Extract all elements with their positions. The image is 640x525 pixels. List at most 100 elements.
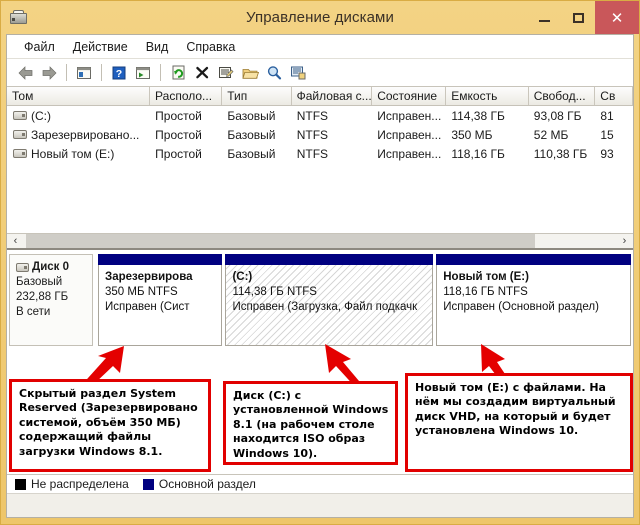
legend-label-primary: Основной раздел: [158, 477, 256, 491]
toolbar-separator: [160, 64, 161, 81]
column-header-status[interactable]: Состояние: [372, 87, 447, 105]
help-icon[interactable]: ?: [108, 62, 130, 84]
cell-layout: Простой: [155, 146, 202, 161]
cell-layout: Простой: [155, 127, 202, 142]
horizontal-scrollbar[interactable]: ‹ ›: [7, 233, 633, 250]
open-folder-icon[interactable]: [239, 62, 261, 84]
cell-percent: 81: [600, 108, 614, 123]
cell-status: Исправен...: [377, 146, 442, 161]
rescan-disks-icon[interactable]: [263, 62, 285, 84]
drive-icon: [13, 149, 27, 158]
column-header-volume[interactable]: Том: [7, 87, 151, 105]
menu-bar: Файл Действие Вид Справка: [7, 35, 633, 59]
cell-status: Исправен...: [377, 108, 442, 123]
cell-volume: Новый том (E:): [7, 147, 150, 161]
toolbar-separator: [66, 64, 67, 81]
refresh-icon[interactable]: [167, 62, 189, 84]
column-header-layout[interactable]: Располо...: [150, 87, 223, 105]
cell-filesystem: NTFS: [296, 108, 329, 123]
forward-arrow-icon[interactable]: [38, 62, 60, 84]
scrollbar-thumb[interactable]: [26, 234, 536, 248]
volume-list-header: Том Располо... Тип Файловая с... Состоян…: [7, 87, 633, 106]
drive-icon: [13, 130, 27, 139]
partition-details: Новый том (E:) 118,16 ГБ NTFS Исправен (…: [436, 265, 631, 346]
disk-name-label: Диск 0: [32, 261, 70, 273]
cell-volume: (C:): [7, 109, 150, 123]
scrollbar-track[interactable]: [24, 234, 616, 248]
table-row[interactable]: (C:) Простой Базовый NTFS Исправен... 11…: [7, 106, 633, 125]
cell-free: 110,38 ГБ: [533, 146, 588, 161]
disk-info-panel[interactable]: Диск 0 Базовый 232,88 ГБ В сети: [9, 254, 93, 346]
column-header-percent[interactable]: Св: [595, 87, 633, 105]
annotation-drive-c: Диск (C:) с установленной Windows 8.1 (н…: [223, 381, 398, 465]
show-tree-icon[interactable]: [73, 62, 95, 84]
menu-item-view[interactable]: Вид: [137, 38, 178, 56]
partition-label: Новый том (E:): [443, 271, 529, 283]
annotation-drive-e: Новый том (E:) с файлами. На нём мы созд…: [405, 373, 633, 472]
disk-icon: [16, 263, 29, 272]
partition-e[interactable]: Новый том (E:) 118,16 ГБ NTFS Исправен (…: [436, 254, 631, 346]
cell-free: 93,08 ГБ: [533, 108, 582, 123]
column-header-free[interactable]: Свобод...: [529, 87, 596, 105]
table-row[interactable]: Зарезервировано... Простой Базовый NTFS …: [7, 125, 633, 144]
cell-percent: 93: [600, 146, 614, 161]
toolbar-separator: [101, 64, 102, 81]
partition-strip: Зарезервирова 350 МБ NTFS Исправен (Сист…: [93, 254, 631, 346]
column-header-filesystem[interactable]: Файловая с...: [292, 87, 373, 105]
column-header-capacity[interactable]: Емкость: [446, 87, 529, 105]
minimize-button[interactable]: [527, 1, 561, 34]
disk-name: Диск 0: [16, 260, 88, 275]
scroll-left-icon[interactable]: ‹: [7, 234, 24, 249]
all-tasks-icon[interactable]: [287, 62, 309, 84]
partition-size: 114,38 ГБ NTFS: [232, 286, 317, 298]
partition-system-reserved[interactable]: Зарезервирова 350 МБ NTFS Исправен (Сист: [98, 254, 223, 346]
partition-details: Зарезервирова 350 МБ NTFS Исправен (Сист: [98, 265, 223, 346]
toolbar: ?: [7, 59, 633, 87]
back-arrow-icon[interactable]: [14, 62, 36, 84]
disk-management-icon: [8, 8, 30, 28]
legend-label-unallocated: Не распределена: [31, 477, 129, 491]
scroll-right-icon[interactable]: ›: [616, 234, 633, 249]
legend-swatch-unallocated: [15, 478, 26, 490]
disk-size: 232,88 ГБ: [16, 291, 69, 303]
disk-management-window: Управление дисками ✕ Файл Действие Вид С…: [0, 0, 640, 525]
cell-capacity: 114,38 ГБ: [451, 108, 505, 123]
maximize-button[interactable]: [561, 1, 595, 34]
column-header-type[interactable]: Тип: [222, 87, 292, 105]
show-action-pane-icon[interactable]: [132, 62, 154, 84]
disk-row-0: Диск 0 Базовый 232,88 ГБ В сети Зарезерв…: [9, 254, 631, 346]
delete-icon[interactable]: [191, 62, 213, 84]
cell-volume-label: Новый том (E:): [31, 146, 115, 161]
cell-volume-label: Зарезервировано...: [31, 127, 140, 142]
partition-c[interactable]: (C:) 114,38 ГБ NTFS Исправен (Загрузка, …: [225, 254, 434, 346]
partition-color-bar: [436, 254, 631, 265]
partition-label: (C:): [232, 271, 253, 283]
close-button[interactable]: ✕: [595, 1, 639, 34]
cell-free: 52 МБ: [533, 127, 569, 142]
cell-percent: 15: [600, 127, 614, 142]
annotation-system-reserved: Скрытый раздел System Reserved (Зарезерв…: [9, 379, 211, 472]
legend-swatch-primary: [142, 478, 154, 490]
svg-text:?: ?: [116, 68, 122, 80]
cell-type: Базовый: [227, 108, 276, 123]
cell-capacity: 350 МБ: [451, 127, 493, 142]
partition-status: Исправен (Основной раздел): [443, 301, 599, 313]
status-bar: [7, 493, 633, 517]
cell-type: Базовый: [227, 146, 276, 161]
menu-item-action[interactable]: Действие: [64, 38, 137, 56]
table-row[interactable]: Новый том (E:) Простой Базовый NTFS Испр…: [7, 144, 633, 163]
cell-filesystem: NTFS: [296, 146, 329, 161]
title-bar[interactable]: Управление дисками ✕: [1, 1, 639, 34]
menu-item-help[interactable]: Справка: [177, 38, 244, 56]
cell-volume-label: (C:): [31, 108, 51, 123]
cell-capacity: 118,16 ГБ: [451, 146, 505, 161]
legend: Не распределена Основной раздел: [7, 474, 633, 493]
disk-state: В сети: [16, 306, 51, 318]
drive-icon: [13, 111, 27, 120]
disk-type: Базовый: [16, 276, 63, 288]
menu-item-file[interactable]: Файл: [15, 38, 64, 56]
cell-layout: Простой: [155, 108, 202, 123]
properties-icon[interactable]: [215, 62, 237, 84]
partition-label: Зарезервирова: [105, 271, 193, 283]
partition-color-bar: [98, 254, 223, 265]
